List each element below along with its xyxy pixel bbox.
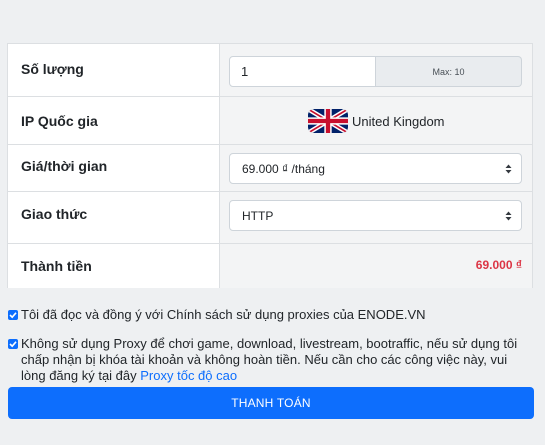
total-row: Thành tiền 69.000 ₫ <box>8 244 532 288</box>
quantity-row: Số lượng Max: 10 <box>8 44 532 97</box>
quantity-label: Số lượng <box>8 44 220 96</box>
pay-button[interactable]: THANH TOÁN <box>8 387 534 419</box>
terms-text: Tôi đã đọc và đồng ý với Chính sách sử d… <box>21 307 426 322</box>
protocol-row: Giao thức HTTP <box>8 192 532 244</box>
price-period-row: Giá/thời gian 69.000 ₫ /tháng <box>8 145 532 192</box>
country-name: United Kingdom <box>352 113 445 129</box>
protocol-select[interactable]: HTTP <box>229 200 522 231</box>
select-arrows-icon <box>505 211 512 221</box>
country-row: IP Quốc gia United Kingdom <box>8 97 532 145</box>
select-arrows-icon <box>505 164 512 174</box>
uk-flag-icon <box>308 109 348 133</box>
protocol-label: Giao thức <box>8 192 220 243</box>
price-period-label: Giá/thời gian <box>8 145 220 191</box>
price-period-value: 69.000 ₫ /tháng <box>242 161 325 176</box>
quantity-max-addon: Max: 10 <box>376 56 522 87</box>
quantity-group: Max: 10 <box>229 56 522 87</box>
total-label: Thành tiền <box>8 244 220 288</box>
terms-agreement[interactable]: Tôi đã đọc và đồng ý với Chính sách sử d… <box>8 307 426 323</box>
terms-checkbox[interactable] <box>8 310 18 320</box>
price-period-select[interactable]: 69.000 ₫ /tháng <box>229 153 522 184</box>
fast-proxy-link[interactable]: Proxy tốc độ cao <box>140 368 237 383</box>
total-price: 69.000 ₫ <box>475 258 522 272</box>
country-display: United Kingdom <box>308 109 445 133</box>
quantity-input[interactable] <box>229 56 376 87</box>
usage-text: Không sử dụng Proxy để chơi game, downlo… <box>21 336 518 383</box>
country-label: IP Quốc gia <box>8 97 220 144</box>
check-icon <box>9 312 17 319</box>
check-icon <box>9 341 17 348</box>
usage-text-wrap: Không sử dụng Proxy để chơi game, downlo… <box>21 336 528 384</box>
order-table: Số lượng Max: 10 IP Quốc gia United King… <box>7 43 533 288</box>
usage-checkbox[interactable] <box>8 339 18 349</box>
usage-agreement[interactable]: Không sử dụng Proxy để chơi game, downlo… <box>8 336 528 384</box>
protocol-value: HTTP <box>242 208 274 223</box>
